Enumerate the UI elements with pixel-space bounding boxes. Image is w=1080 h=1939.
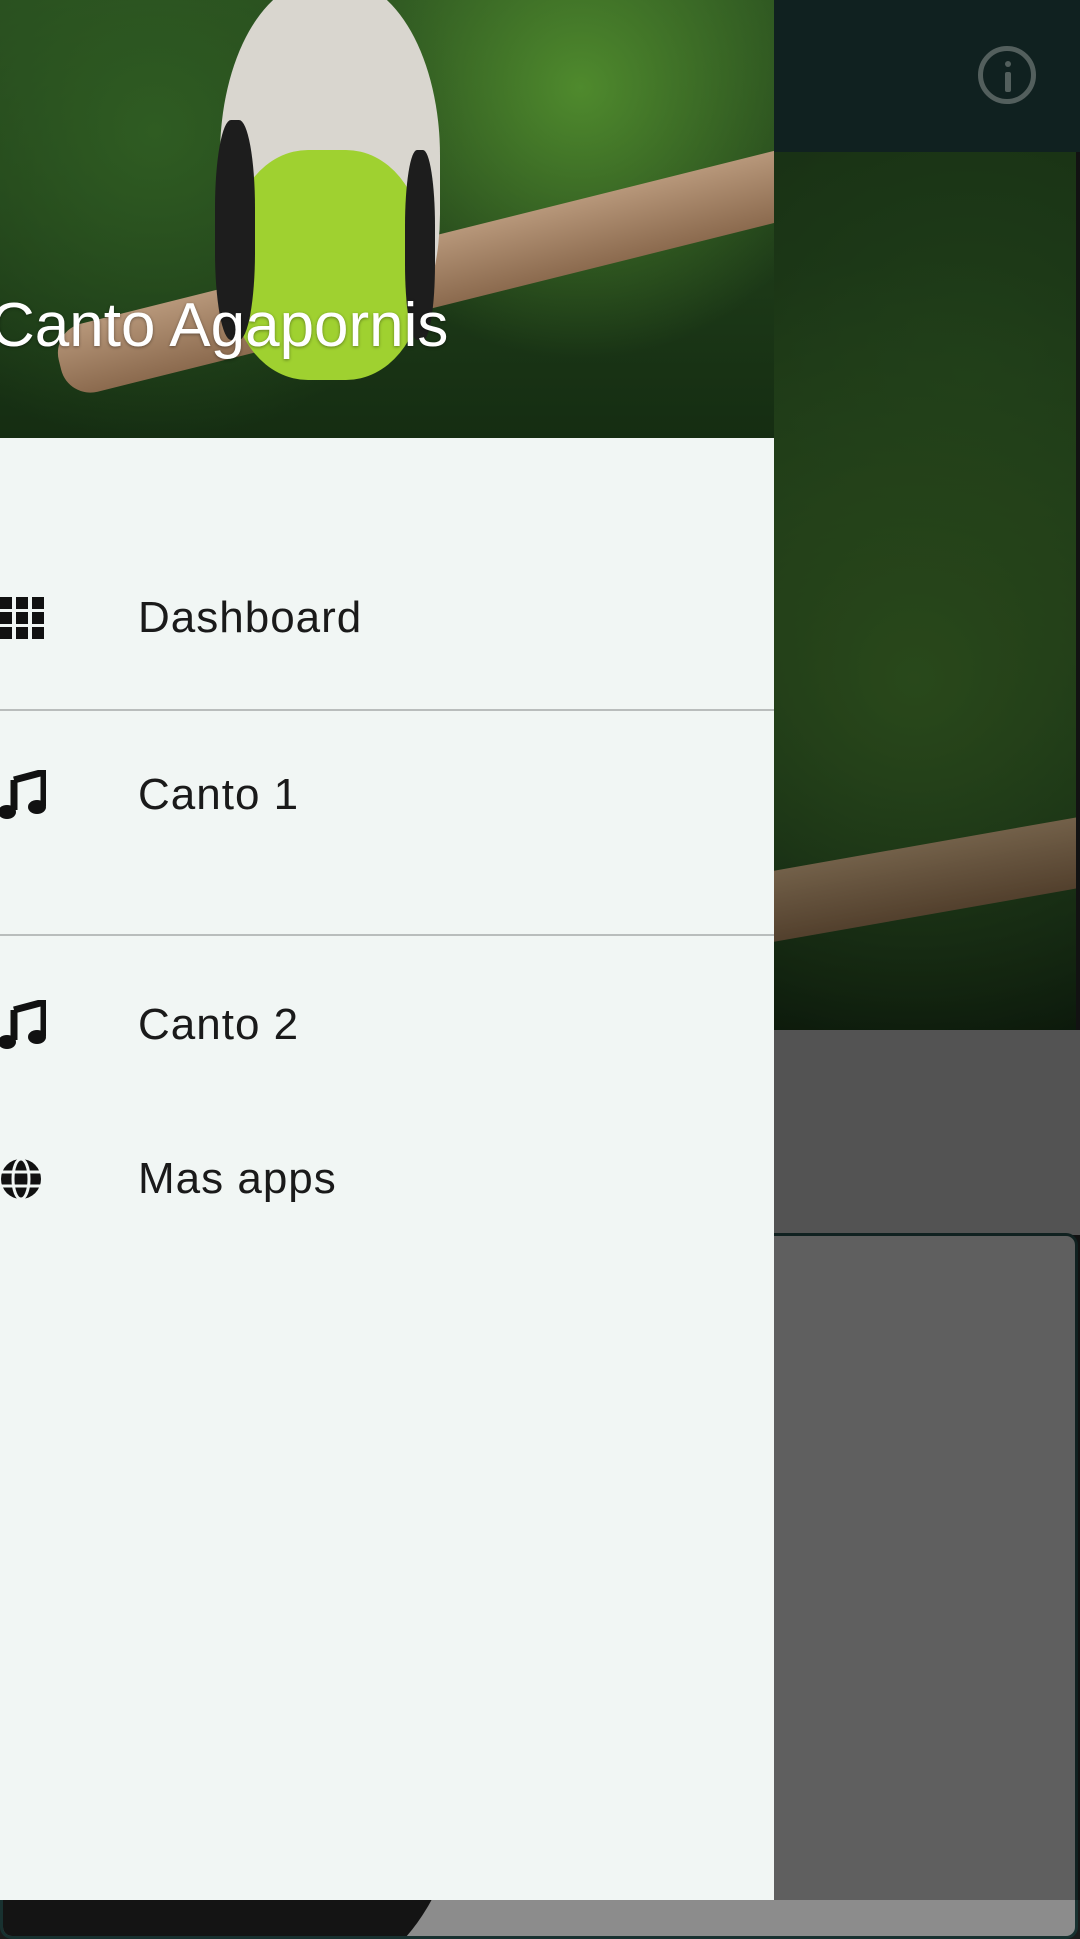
music-note-icon [0,770,46,819]
drawer-title: Canto Agapornis [0,291,449,360]
grid-icon [0,597,44,639]
drawer-item-label: Mas apps [138,1154,337,1203]
drawer-item-dashboard[interactable]: Dashboard [0,563,774,673]
drawer-item-canto-1[interactable]: Canto 1 [0,740,774,850]
divider [0,934,774,936]
drawer-item-mas-apps[interactable]: Mas apps [0,1124,774,1234]
divider [0,709,774,711]
drawer-item-label: Canto 1 [138,770,300,819]
drawer-item-label: Canto 2 [138,1000,300,1049]
navigation-drawer: Canto Agapornis Dashboard Canto 1 Canto … [0,0,774,1900]
drawer-item-label: Dashboard [138,593,363,642]
music-note-icon [0,1000,46,1049]
drawer-header-image: Canto Agapornis [0,0,774,438]
globe-icon [1,1157,41,1201]
drawer-item-canto-2[interactable]: Canto 2 [0,970,774,1080]
